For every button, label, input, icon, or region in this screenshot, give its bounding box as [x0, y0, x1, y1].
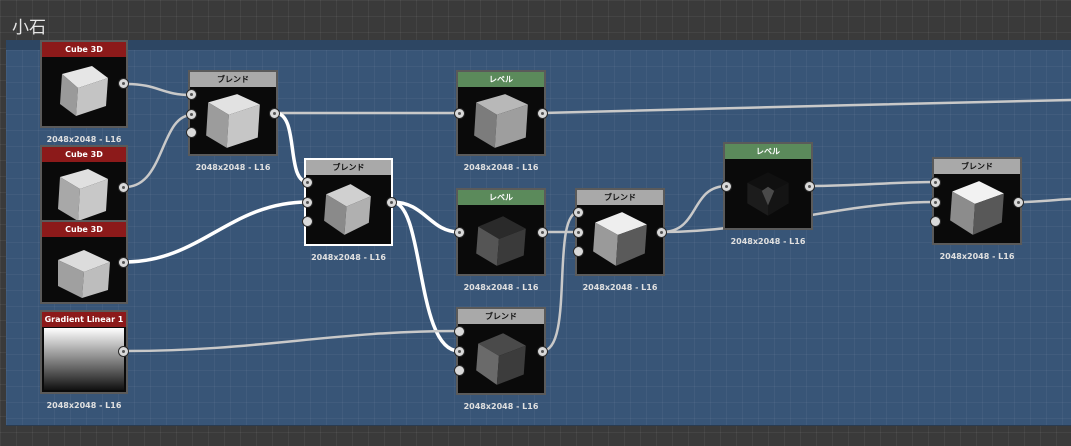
- node-blend-5[interactable]: ブレンド 2048x2048 - L16: [930, 157, 1024, 261]
- blend-thumbnail: [324, 184, 371, 235]
- output-port[interactable]: [118, 182, 129, 193]
- node-cube-3d-1[interactable]: Cube 3D 2048x2048 - L16: [40, 40, 129, 144]
- node-resolution: 2048x2048 - L16: [730, 237, 806, 246]
- blend-thumbnail: [476, 333, 526, 385]
- node-level-3[interactable]: レベル 2048x2048 - L16: [721, 142, 815, 246]
- blend-thumbnail: [950, 181, 1004, 235]
- input-port-background[interactable]: [930, 197, 941, 208]
- node-title: ブレンド: [306, 160, 391, 175]
- node-resolution: 2048x2048 - L16: [46, 401, 122, 410]
- cube-thumbnail: [58, 250, 110, 298]
- input-port-foreground[interactable]: [930, 177, 941, 188]
- node-title: Cube 3D: [42, 42, 126, 57]
- output-port[interactable]: [1013, 197, 1024, 208]
- output-port[interactable]: [118, 257, 129, 268]
- input-port-foreground[interactable]: [186, 89, 197, 100]
- output-port[interactable]: [537, 108, 548, 119]
- node-gradient-linear-1[interactable]: Gradient Linear 1 2048x2048 - L16: [40, 310, 129, 410]
- output-port[interactable]: [804, 181, 815, 192]
- input-port-foreground[interactable]: [573, 207, 584, 218]
- node-resolution: 2048x2048 - L16: [463, 163, 539, 172]
- node-resolution: 2048x2048 - L16: [46, 135, 122, 144]
- node-blend-2-selected[interactable]: ブレンド 2048x2048 - L16: [302, 158, 397, 262]
- input-port-background[interactable]: [186, 109, 197, 120]
- node-title: レベル: [725, 144, 811, 159]
- node-level-1[interactable]: レベル 2048x2048 - L16: [454, 70, 548, 172]
- input-port[interactable]: [454, 227, 465, 238]
- node-blend-4[interactable]: ブレンド 2048x2048 - L16: [573, 188, 667, 292]
- cube-thumbnail: [58, 169, 108, 221]
- node-title: ブレンド: [934, 159, 1020, 174]
- node-resolution: 2048x2048 - L16: [939, 252, 1015, 261]
- output-port[interactable]: [386, 197, 397, 208]
- blend-thumbnail: [593, 212, 647, 266]
- node-blend-1[interactable]: ブレンド 2048x2048 - L16: [186, 70, 280, 172]
- node-resolution: 2048x2048 - L16: [582, 283, 658, 292]
- input-port-mask[interactable]: [454, 365, 465, 376]
- input-port[interactable]: [721, 181, 732, 192]
- output-port[interactable]: [118, 78, 129, 89]
- blend-thumbnail: [206, 94, 260, 148]
- level-thumbnail: [476, 216, 526, 266]
- level-thumbnail: [474, 94, 528, 148]
- output-port[interactable]: [537, 227, 548, 238]
- output-port[interactable]: [537, 346, 548, 357]
- node-resolution: 2048x2048 - L16: [463, 402, 539, 411]
- input-port[interactable]: [454, 108, 465, 119]
- level-thumbnail: [747, 172, 789, 216]
- node-title: Cube 3D: [42, 222, 126, 237]
- input-port-background[interactable]: [573, 227, 584, 238]
- node-title: レベル: [458, 72, 544, 87]
- input-port-mask[interactable]: [573, 246, 584, 257]
- output-port[interactable]: [269, 108, 280, 119]
- input-port-foreground[interactable]: [302, 177, 313, 188]
- cube-thumbnail: [60, 66, 108, 116]
- input-port-background[interactable]: [302, 197, 313, 208]
- node-title: ブレンド: [190, 72, 276, 87]
- node-level-2[interactable]: レベル 2048x2048 - L16: [454, 188, 548, 292]
- input-port-background[interactable]: [454, 346, 465, 357]
- node-title: Gradient Linear 1: [42, 312, 126, 327]
- output-port[interactable]: [656, 227, 667, 238]
- input-port-mask[interactable]: [186, 127, 197, 138]
- node-resolution: 2048x2048 - L16: [195, 163, 271, 172]
- gradient-thumbnail: [44, 328, 124, 390]
- node-title: レベル: [458, 190, 544, 205]
- input-port-mask[interactable]: [302, 216, 313, 227]
- node-title: Cube 3D: [42, 147, 126, 162]
- node-resolution: 2048x2048 - L16: [311, 253, 386, 262]
- input-port-mask[interactable]: [930, 216, 941, 227]
- frame-title: 小石: [12, 18, 46, 38]
- node-cube-3d-2[interactable]: Cube 3D: [40, 145, 129, 222]
- node-title: ブレンド: [458, 309, 544, 324]
- node-blend-3[interactable]: ブレンド 2048x2048 - L16: [454, 307, 548, 411]
- node-title: ブレンド: [577, 190, 663, 205]
- output-port[interactable]: [118, 346, 129, 357]
- input-port-foreground[interactable]: [454, 326, 465, 337]
- node-resolution: 2048x2048 - L16: [463, 283, 539, 292]
- node-cube-3d-3[interactable]: Cube 3D: [40, 220, 129, 304]
